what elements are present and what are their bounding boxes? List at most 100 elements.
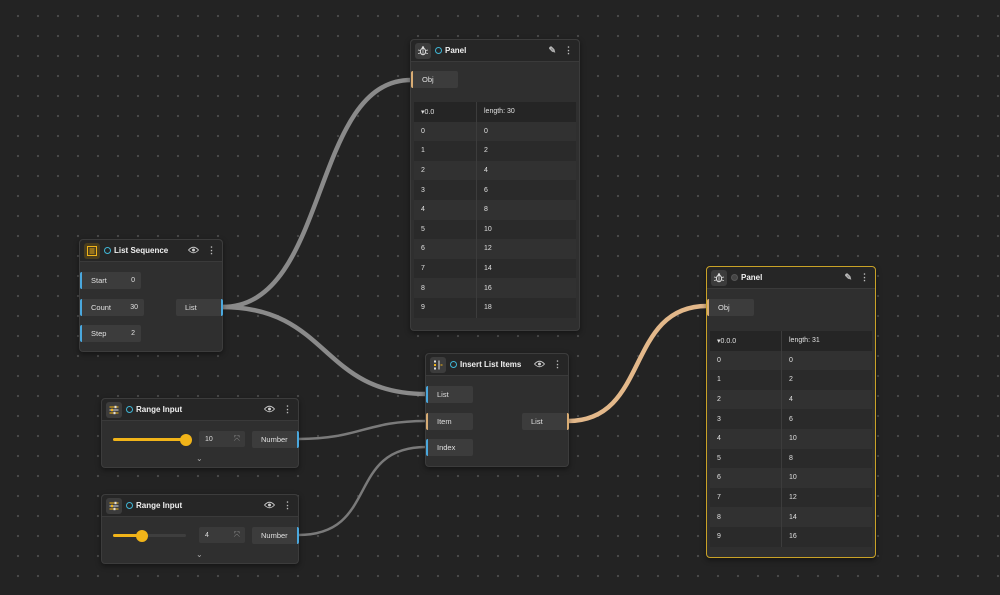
port-value[interactable]: 0 [131,277,135,284]
table-row: 7 12 [710,487,872,508]
range-slider[interactable] [113,433,192,446]
insert-list-icon [430,356,446,373]
slider-thumb[interactable] [180,433,192,446]
status-indicator [126,502,133,509]
list-sequence-node[interactable]: List Sequence ⋮ Start 0 Count 30 Step 2 … [79,239,223,352]
list-output-port[interactable]: List [176,299,223,316]
list-length-label: length: 30 [484,108,515,116]
more-menu-icon[interactable]: ⋮ [283,501,292,510]
count-input-port[interactable]: Count 30 [80,299,144,316]
value-field[interactable]: 4 ⤧ [199,527,245,543]
number-output-port[interactable]: Number [252,431,299,448]
port-value[interactable]: 30 [130,304,138,311]
panel-node-1-header[interactable]: Panel ✎ ⋮ [411,40,579,62]
table-row: 36 [710,409,872,429]
panel-node-2-header[interactable]: Panel ✎ ⋮ [707,267,875,289]
table-row: 9 18 [414,297,576,318]
list-sequence-header[interactable]: List Sequence ⋮ [80,240,222,262]
unlink-icon[interactable]: ⤧ [234,434,240,444]
row-index: 4 [710,428,782,449]
tree-path-label[interactable]: ▾0.0.0 [710,331,782,351]
row-index: 7 [710,487,782,508]
port-value[interactable]: 2 [131,330,135,337]
list-output-port[interactable]: List [522,413,569,430]
eye-icon[interactable] [533,360,546,370]
value-field[interactable]: 10 ⤧ [199,431,245,447]
table-row: 24 [414,160,576,181]
row-index: 0 [414,121,477,142]
row-value: 18 [484,304,492,312]
chevron-down-icon[interactable]: ⌄ [196,550,203,559]
sliders-icon [106,497,122,514]
row-value: 8 [789,454,793,462]
number-output-port[interactable]: Number [252,527,299,544]
row-index: 9 [710,526,782,547]
sliders-icon [106,401,122,418]
more-menu-icon[interactable]: ⋮ [207,246,216,255]
port-label: Index [437,443,456,452]
row-value: 6 [789,415,793,423]
panel-node-2[interactable]: Panel ✎ ⋮ Obj ▾0.0.0 length: 31 00 12 24… [706,266,876,558]
port-label: List [531,417,543,426]
wire-list-to-panel [221,77,412,310]
insert-list-items-node[interactable]: Insert List Items ⋮ List Item Index List [425,353,569,467]
chevron-down-icon[interactable]: ⌄ [196,454,203,463]
row-index: 6 [710,468,782,488]
range-input-header[interactable]: Range Input ⋮ [102,399,298,421]
range-input-node-2[interactable]: Range Input ⋮ 4 ⤧ Number ⌄ [101,494,299,564]
data-table: ▾0.0 length: 30 00 12 24 36 48 5 10 6 12 7… [414,102,576,318]
table-header-row: ▾0.0 length: 30 [414,102,576,122]
port-label: Item [437,417,452,426]
range-input-header[interactable]: Range Input ⋮ [102,495,298,517]
row-value: 14 [789,513,797,521]
eye-icon[interactable] [263,501,276,511]
port-label: Start [91,276,107,285]
row-index: 2 [414,160,477,181]
list-input-port[interactable]: List [426,386,473,403]
slider-thumb[interactable] [136,529,149,542]
unlink-icon[interactable]: ⤧ [234,530,240,540]
insert-list-items-header[interactable]: Insert List Items ⋮ [426,354,568,376]
table-row: 00 [710,350,872,371]
range-slider[interactable] [113,529,186,542]
row-index: 8 [710,507,782,527]
row-index: 0 [710,350,782,371]
obj-input-port[interactable]: Obj [411,71,458,88]
panel-node-1[interactable]: Panel ✎ ⋮ Obj ▾0.0 length: 30 00 12 24 3… [410,39,580,331]
edit-pencil-icon[interactable]: ✎ [844,273,852,282]
start-input-port[interactable]: Start 0 [80,272,141,289]
item-input-port[interactable]: Item [426,413,473,430]
row-value: 0 [789,356,793,364]
value-text: 4 [205,531,209,539]
row-index: 3 [414,180,477,200]
value-text: 10 [205,435,213,443]
obj-input-port[interactable]: Obj [707,299,754,316]
row-value: 16 [789,533,797,541]
step-input-port[interactable]: Step 2 [80,325,141,342]
node-title: Panel [741,273,763,282]
more-menu-icon[interactable]: ⋮ [564,46,573,55]
row-value: 16 [484,284,492,292]
more-menu-icon[interactable]: ⋮ [553,360,562,369]
port-label: Number [261,531,288,540]
node-title: Insert List Items [460,360,522,369]
wire-range2-to-index [297,445,427,537]
row-value: 6 [484,186,488,194]
edit-pencil-icon[interactable]: ✎ [548,46,556,55]
data-table: ▾0.0.0 length: 31 00 12 24 36 4 10 58 6 10… [710,331,872,547]
table-row: 12 [710,370,872,390]
more-menu-icon[interactable]: ⋮ [283,405,292,414]
eye-icon[interactable] [263,405,276,415]
bug-icon [711,269,727,286]
row-value: 10 [484,225,492,233]
more-menu-icon[interactable]: ⋮ [860,273,869,282]
eye-icon[interactable] [187,246,200,256]
index-input-port[interactable]: Index [426,439,473,456]
table-row: 5 10 [414,219,576,240]
tree-path-label[interactable]: ▾0.0 [414,102,477,122]
range-input-node-1[interactable]: Range Input ⋮ 10 ⤧ Number ⌄ [101,398,299,468]
row-index: 9 [414,297,477,318]
slider-fill [113,438,186,441]
table-row: 8 14 [710,507,872,527]
table-row: 36 [414,180,576,200]
